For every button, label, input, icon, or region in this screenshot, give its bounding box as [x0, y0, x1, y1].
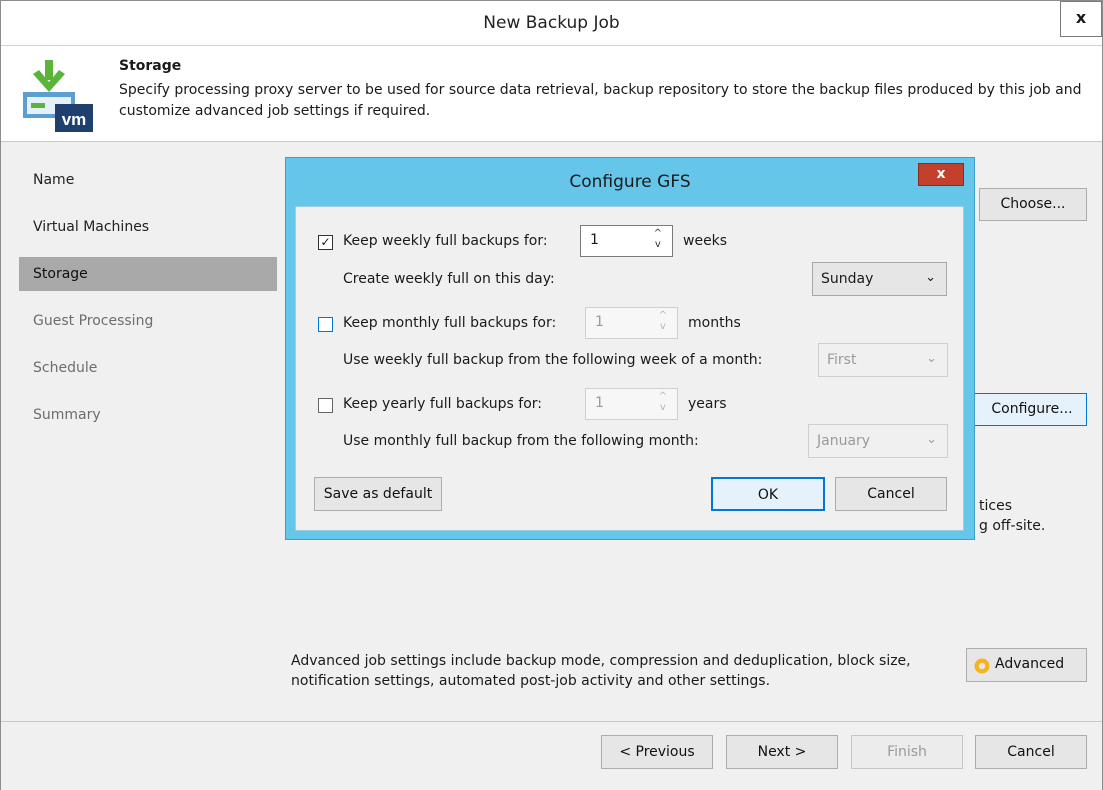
- dialog-body: ✓ Keep weekly full backups for: 1 ^ v wee…: [295, 206, 964, 531]
- yearly-label: Keep yearly full backups for:: [343, 396, 543, 412]
- retention-note-fragment-2: g off-site.: [979, 518, 1046, 534]
- monthly-checkbox[interactable]: [318, 317, 333, 332]
- nav-item-guest-processing[interactable]: Guest Processing: [19, 304, 277, 338]
- yearly-count-stepper[interactable]: 1 ^ v: [585, 388, 678, 420]
- vm-download-icon: vm: [23, 60, 93, 132]
- wizard-footer: < Previous Next > Finish Cancel: [1, 721, 1102, 790]
- weekly-count-stepper[interactable]: 1 ^ v: [580, 225, 673, 257]
- stepper-arrows-icon[interactable]: ^ v: [659, 310, 667, 332]
- weekly-count-value: 1: [590, 232, 599, 248]
- monthly-week-label: Use weekly full backup from the followin…: [343, 352, 763, 368]
- monthly-count-value: 1: [595, 314, 604, 330]
- configure-gfs-dialog: Configure GFS x ✓ Keep weekly full backu…: [285, 157, 975, 540]
- nav-item-virtual-machines[interactable]: Virtual Machines: [19, 210, 277, 244]
- previous-button[interactable]: < Previous: [601, 735, 713, 769]
- configure-button[interactable]: Configure...: [967, 393, 1087, 426]
- ok-button[interactable]: OK: [711, 477, 825, 511]
- title-bar: New Backup Job x: [1, 1, 1102, 46]
- step-title: Storage: [119, 58, 182, 74]
- weekly-day-select[interactable]: Sunday ⌄: [812, 262, 947, 296]
- weekly-label: Keep weekly full backups for:: [343, 233, 548, 249]
- stepper-arrows-icon[interactable]: ^ v: [654, 228, 662, 250]
- weekly-day-label: Create weekly full on this day:: [343, 271, 555, 287]
- chevron-down-icon: ⌄: [926, 432, 937, 447]
- dialog-title: Configure GFS: [569, 172, 691, 192]
- monthly-unit: months: [688, 315, 741, 331]
- monthly-week-select[interactable]: First ⌄: [818, 343, 948, 377]
- nav-item-storage[interactable]: Storage: [19, 257, 277, 291]
- dialog-cancel-button[interactable]: Cancel: [835, 477, 947, 511]
- finish-button[interactable]: Finish: [851, 735, 963, 769]
- monthly-label: Keep monthly full backups for:: [343, 315, 557, 331]
- weekly-day-value: Sunday: [821, 271, 874, 287]
- nav-item-schedule[interactable]: Schedule: [19, 351, 277, 385]
- nav-item-name[interactable]: Name: [19, 163, 277, 197]
- yearly-checkbox[interactable]: [318, 398, 333, 413]
- yearly-month-value: January: [817, 433, 871, 449]
- gear-icon: [974, 658, 990, 674]
- nav-item-summary[interactable]: Summary: [19, 398, 277, 432]
- stepper-arrows-icon[interactable]: ^ v: [659, 391, 667, 413]
- yearly-month-select[interactable]: January ⌄: [808, 424, 948, 458]
- chevron-down-icon: ⌄: [926, 351, 937, 366]
- wizard-steps-nav: Name Virtual Machines Storage Guest Proc…: [19, 163, 277, 445]
- yearly-month-label: Use monthly full backup from the followi…: [343, 433, 699, 449]
- save-as-default-button[interactable]: Save as default: [314, 477, 442, 511]
- advanced-button-label: Advanced: [995, 656, 1065, 672]
- monthly-count-stepper[interactable]: 1 ^ v: [585, 307, 678, 339]
- advanced-button[interactable]: Advanced: [966, 648, 1087, 682]
- step-header: vm Storage Specify processing proxy serv…: [1, 46, 1102, 142]
- cancel-button[interactable]: Cancel: [975, 735, 1087, 769]
- advanced-settings-description: Advanced job settings include backup mod…: [291, 653, 911, 689]
- window-title: New Backup Job: [483, 13, 620, 33]
- chevron-down-icon: ⌄: [925, 270, 936, 285]
- next-button[interactable]: Next >: [726, 735, 838, 769]
- choose-button[interactable]: Choose...: [979, 188, 1087, 221]
- svg-text:vm: vm: [62, 110, 87, 129]
- window-close-button[interactable]: x: [1060, 1, 1102, 37]
- yearly-unit: years: [688, 396, 727, 412]
- dialog-close-button[interactable]: x: [918, 163, 964, 186]
- monthly-week-value: First: [827, 352, 857, 368]
- yearly-count-value: 1: [595, 395, 604, 411]
- weekly-checkbox[interactable]: ✓: [318, 235, 333, 250]
- step-description: Specify processing proxy server to be us…: [119, 82, 1082, 119]
- weekly-unit: weeks: [683, 233, 728, 249]
- retention-note-fragment-1: tices: [979, 498, 1012, 514]
